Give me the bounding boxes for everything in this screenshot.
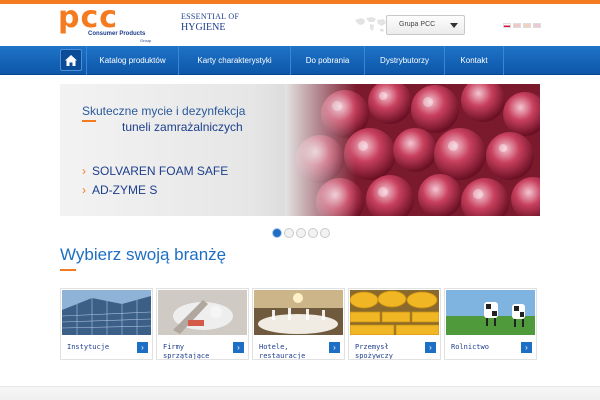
cows-image [446, 290, 535, 335]
industry-tile-przemysl-spozywczy[interactable]: Przemysł spożywczy › [348, 288, 441, 360]
chevron-right-icon: › [82, 164, 86, 178]
tile-label: Instytucje [67, 343, 110, 351]
chevron-right-icon[interactable]: › [425, 342, 436, 353]
industry-tile-rolnictwo[interactable]: Rolnictwo › [444, 288, 537, 360]
nav-item-do-pobrania[interactable]: Do pobrania [290, 46, 364, 75]
banner-headline: Skuteczne mycie i dezynfekcja [82, 104, 246, 118]
section-accent-rule [60, 269, 76, 271]
slider-dot[interactable] [284, 228, 294, 238]
pcc-logo[interactable]: pcc Consumer Products Group [58, 0, 158, 44]
section-title: Wybierz swoją branżę [60, 245, 227, 264]
tile-label: Hotele, restauracje [259, 343, 306, 360]
banner-product-2[interactable]: › AD-ZYME S [82, 183, 157, 197]
cleaning-image [158, 290, 247, 335]
office-building-image [62, 290, 151, 335]
chevron-right-icon: › [82, 183, 86, 197]
industry-tiles: Instytucje › Firmy sprzątające › Hotele,… [60, 288, 540, 360]
group-select-value: Grupa PCC [399, 21, 436, 28]
industry-tile-instytucje[interactable]: Instytucje › [60, 288, 153, 360]
world-map-icon [355, 17, 386, 32]
german-flag-icon[interactable] [523, 23, 531, 28]
nav-item-katalog[interactable]: Katalog produktów [86, 46, 178, 75]
footer-strip [0, 386, 600, 400]
chevron-down-icon [450, 23, 458, 28]
nav-item-karty[interactable]: Karty charakterystyki [178, 46, 290, 75]
nav-item-kontakt[interactable]: Kontakt [444, 46, 504, 75]
industry-tile-firmy-sprzatajace[interactable]: Firmy sprzątające › [156, 288, 249, 360]
polish-flag-icon[interactable] [503, 23, 511, 28]
tile-label: Rolnictwo [451, 343, 489, 351]
cheese-image [350, 290, 439, 335]
hero-banner[interactable]: Skuteczne mycie i dezynfekcja tuneli zam… [60, 84, 540, 216]
tile-label: Firmy sprzątające [163, 343, 210, 360]
chevron-right-icon[interactable]: › [233, 342, 244, 353]
raspberries-image [285, 84, 540, 216]
home-button[interactable] [60, 49, 82, 71]
slider-pagination [272, 228, 330, 238]
nav-item-dystrybutorzy[interactable]: Dystrybutorzy [364, 46, 444, 75]
home-icon [65, 54, 77, 66]
czech-flag-icon[interactable] [533, 23, 541, 28]
logo-group: Group [140, 38, 152, 43]
slider-dot[interactable] [296, 228, 306, 238]
banner-product-1[interactable]: › SOLVAREN FOAM SAFE [82, 164, 228, 178]
slider-dot[interactable] [308, 228, 318, 238]
main-nav: Katalog produktów Karty charakterystyki … [0, 46, 600, 75]
partner-line1: ESSENTIAL OF [181, 12, 240, 21]
english-flag-icon[interactable] [513, 23, 521, 28]
restaurant-image [254, 290, 343, 335]
logo-wordmark: pcc [58, 0, 119, 35]
logo-subtitle: Consumer Products [88, 31, 146, 37]
banner-accent-rule [82, 120, 96, 122]
group-select[interactable]: Grupa PCC [386, 15, 465, 35]
slider-dot[interactable] [272, 228, 282, 238]
partner-line2: HYGIENE [181, 22, 226, 33]
slider-dot[interactable] [320, 228, 330, 238]
banner-headline-2: tuneli zamrażalniczych [122, 120, 243, 134]
chevron-right-icon[interactable]: › [137, 342, 148, 353]
industry-tile-hotele[interactable]: Hotele, restauracje › [252, 288, 345, 360]
chevron-right-icon[interactable]: › [329, 342, 340, 353]
essential-of-hygiene-logo[interactable]: ESSENTIAL OF HYGIENE [181, 12, 240, 36]
language-flags [503, 23, 541, 29]
tile-label: Przemysł spożywczy [355, 343, 393, 360]
chevron-right-icon[interactable]: › [521, 342, 532, 353]
header: pcc Consumer Products Group ESSENTIAL OF… [0, 0, 600, 46]
